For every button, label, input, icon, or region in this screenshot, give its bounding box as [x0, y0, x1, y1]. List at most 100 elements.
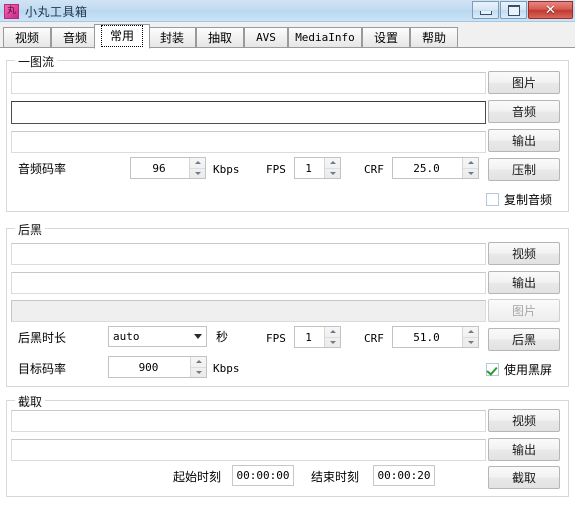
onepic-fps-spin-down[interactable]: [325, 169, 340, 179]
image-path-input[interactable]: [11, 72, 486, 94]
blackend-video-button[interactable]: 视频: [488, 242, 560, 265]
clip-end-time-input[interactable]: 00:00:20: [373, 465, 435, 486]
blackend-video-path-input[interactable]: [11, 243, 486, 265]
blackend-seconds-unit: 秒: [216, 330, 229, 344]
title-bar: 丸 小丸工具箱 ✕: [0, 0, 575, 22]
copy-audio-checkbox[interactable]: 复制音频: [486, 191, 552, 208]
blackend-fps-spinner[interactable]: [324, 327, 340, 347]
audio-bitrate-spin-down[interactable]: [190, 169, 205, 179]
close-button[interactable]: ✕: [528, 1, 573, 19]
blackend-output-button[interactable]: 输出: [488, 271, 560, 294]
title-bar-left: 丸 小丸工具箱: [4, 3, 88, 20]
blackend-bitrate-label: 目标码率: [18, 362, 67, 376]
clip-video-button[interactable]: 视频: [488, 409, 560, 432]
use-black-screen-checkbox[interactable]: 使用黑屏: [486, 361, 552, 378]
maximize-button[interactable]: [500, 1, 527, 19]
clip-output-path-input[interactable]: [11, 439, 486, 461]
onepic-crf-spin-down[interactable]: [463, 169, 478, 179]
group-one-image-stream-title: 一图流: [15, 53, 58, 70]
pick-image-button[interactable]: 图片: [488, 71, 560, 94]
blackend-kbps-unit: Kbps: [213, 362, 240, 375]
arrow-up-icon: [467, 330, 474, 334]
blackend-duration-combo[interactable]: auto: [108, 326, 207, 347]
app-icon: 丸: [4, 4, 19, 19]
tab-mux[interactable]: 封装: [148, 27, 196, 48]
blackend-image-button: 图片: [488, 299, 560, 322]
onepic-fps-stepper[interactable]: 1: [294, 157, 341, 179]
audio-path-input[interactable]: [11, 101, 486, 124]
clip-video-path-input[interactable]: [11, 410, 486, 432]
arrow-down-icon: [329, 171, 336, 175]
blackend-fps-label: FPS: [266, 332, 286, 345]
onepic-crf-spinner[interactable]: [462, 158, 478, 178]
onepic-output-path-input[interactable]: [11, 131, 486, 153]
blackend-image-path-input: [11, 300, 486, 322]
blackend-duration-label: 后黑时长: [18, 331, 67, 345]
maximize-icon: [507, 4, 520, 16]
clip-run-button[interactable]: 截取: [488, 466, 560, 489]
arrow-down-icon: [194, 171, 201, 175]
blackend-output-path-input[interactable]: [11, 272, 486, 294]
tab-common[interactable]: 常用: [94, 24, 150, 49]
blackend-crf-value: 51.0: [413, 330, 440, 344]
onepic-fps-label: FPS: [266, 163, 286, 176]
blackend-bitrate-stepper[interactable]: 900: [108, 356, 207, 378]
caption-buttons: ✕: [471, 1, 573, 19]
blackend-crf-spinner[interactable]: [462, 327, 478, 347]
blackend-bitrate-spin-up[interactable]: [191, 357, 206, 368]
onepic-crf-stepper[interactable]: 25.0: [392, 157, 479, 179]
copy-audio-checkbox-box[interactable]: [486, 193, 499, 206]
onepic-fps-spin-up[interactable]: [325, 158, 340, 169]
tab-audio[interactable]: 音频: [51, 27, 99, 48]
arrow-up-icon: [195, 360, 202, 364]
onepic-output-button[interactable]: 输出: [488, 129, 560, 152]
audio-bitrate-spinner[interactable]: [189, 158, 205, 178]
tab-video[interactable]: 视频: [3, 27, 51, 48]
tab-help[interactable]: 帮助: [410, 27, 458, 48]
blackend-bitrate-spinner[interactable]: [190, 357, 206, 377]
tab-mediainfo[interactable]: MediaInfo: [288, 27, 362, 48]
use-black-screen-checkbox-box[interactable]: [486, 363, 499, 376]
blackend-crf-spin-up[interactable]: [463, 327, 478, 338]
onepic-crf-spin-up[interactable]: [463, 158, 478, 169]
minimize-icon: [479, 10, 492, 15]
arrow-down-icon: [467, 171, 474, 175]
blackend-bitrate-value: 900: [138, 360, 159, 374]
onepic-encode-button[interactable]: 压制: [488, 158, 560, 181]
client-area: 一图流 音频码率 96 Kbps FPS 1 CRF 25.0 图片 音频 输出…: [0, 48, 575, 507]
window-title: 小丸工具箱: [25, 5, 88, 19]
arrow-up-icon: [194, 161, 201, 165]
tab-avs[interactable]: AVS: [244, 27, 288, 48]
audio-bitrate-stepper[interactable]: 96: [130, 157, 206, 179]
onepic-kbps-unit: Kbps: [213, 163, 240, 176]
onepic-fps-value: 1: [305, 161, 312, 175]
onepic-crf-value: 25.0: [413, 161, 440, 175]
tab-extract[interactable]: 抽取: [196, 27, 244, 48]
blackend-crf-stepper[interactable]: 51.0: [392, 326, 479, 348]
chevron-down-icon[interactable]: [190, 334, 206, 339]
onepic-fps-spinner[interactable]: [324, 158, 340, 178]
tab-settings[interactable]: 设置: [362, 27, 410, 48]
minimize-button[interactable]: [472, 1, 499, 19]
blackend-bitrate-spin-down[interactable]: [191, 368, 206, 378]
blackend-crf-spin-down[interactable]: [463, 338, 478, 348]
tab-strip: 视频 音频 常用 封装 抽取 AVS MediaInfo 设置 帮助: [0, 24, 575, 49]
blackend-fps-spin-down[interactable]: [325, 338, 340, 348]
arrow-up-icon: [329, 330, 336, 334]
arrow-down-icon: [195, 370, 202, 374]
clip-start-label: 起始时刻: [173, 470, 222, 484]
arrow-up-icon: [467, 161, 474, 165]
close-icon: ✕: [545, 2, 556, 18]
group-clip-title: 截取: [15, 393, 46, 410]
pick-audio-button[interactable]: 音频: [488, 100, 560, 123]
clip-output-button[interactable]: 输出: [488, 438, 560, 461]
audio-bitrate-value: 96: [152, 161, 166, 175]
blackend-duration-value: auto: [113, 330, 140, 343]
blackend-fps-stepper[interactable]: 1: [294, 326, 341, 348]
audio-bitrate-spin-up[interactable]: [190, 158, 205, 169]
arrow-up-icon: [329, 161, 336, 165]
clip-start-time-input[interactable]: 00:00:00: [232, 465, 294, 486]
blackend-crf-label: CRF: [364, 332, 384, 345]
blackend-run-button[interactable]: 后黑: [488, 328, 560, 351]
blackend-fps-spin-up[interactable]: [325, 327, 340, 338]
